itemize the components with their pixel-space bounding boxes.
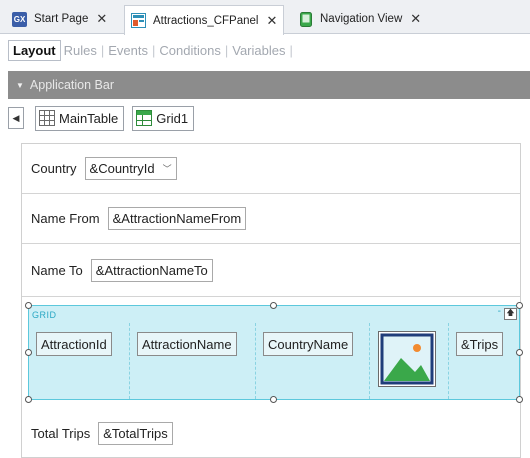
- tab-rules[interactable]: Rules: [61, 41, 100, 60]
- name-to-label: Name To: [31, 262, 83, 278]
- grid-cell-countryname[interactable]: CountryName: [263, 332, 354, 356]
- breadcrumb-label: MainTable: [59, 110, 119, 126]
- tab-conditions[interactable]: Conditions: [156, 41, 223, 60]
- grid-cell-trips[interactable]: &Trips: [456, 332, 504, 356]
- collapse-minus-icon[interactable]: -: [498, 306, 501, 317]
- tab-variables[interactable]: Variables: [229, 41, 288, 60]
- tab-events[interactable]: Events: [105, 41, 151, 60]
- image-placeholder-icon[interactable]: [378, 331, 436, 387]
- grid1[interactable]: GRID - 🡅 AttractionId AttractionName Cou…: [25, 302, 523, 403]
- chevron-down-icon[interactable]: ﹀: [163, 162, 172, 175]
- document-tab-strip: GX Start Page ✕ Attractions_CFPanel ✕ Na…: [0, 0, 530, 35]
- phone-icon: [298, 11, 313, 27]
- tab-label: Attractions_CFPanel: [153, 14, 259, 27]
- country-row: Country &CountryId ﹀: [22, 144, 520, 194]
- country-label: Country: [31, 161, 77, 176]
- close-icon[interactable]: ✕: [266, 13, 277, 29]
- resize-handle[interactable]: [25, 396, 32, 403]
- name-to-value: &AttractionNameTo: [95, 262, 208, 278]
- name-to-row: Name To &AttractionNameTo: [22, 244, 520, 297]
- resize-handle[interactable]: [25, 349, 32, 356]
- tab-attractions-cfpanel[interactable]: Attractions_CFPanel ✕: [124, 5, 285, 35]
- tab-navigation-view[interactable]: Navigation View ✕: [292, 6, 427, 32]
- divider: |: [100, 42, 105, 58]
- application-bar[interactable]: ▼ Application Bar: [8, 71, 530, 99]
- tab-label: Navigation View: [320, 13, 403, 25]
- total-trips-value: &TotalTrips: [103, 425, 168, 441]
- name-from-value: &AttractionNameFrom: [112, 211, 242, 226]
- resize-handle[interactable]: [270, 396, 277, 403]
- breadcrumb-label: Grid1: [156, 110, 189, 126]
- application-bar-label: Application Bar: [29, 78, 114, 92]
- main-table: Country &CountryId ﹀ Name From &Attracti…: [21, 143, 521, 458]
- arrow-up-icon[interactable]: 🡅: [504, 308, 517, 320]
- breadcrumb-item-maintable[interactable]: MainTable: [35, 105, 125, 131]
- divider: |: [224, 42, 229, 58]
- total-trips-row: Total Trips &TotalTrips: [22, 409, 520, 457]
- resize-handle[interactable]: [516, 349, 523, 356]
- panel-icon: [131, 13, 146, 28]
- resize-handle[interactable]: [270, 302, 277, 309]
- resize-handle[interactable]: [516, 302, 523, 309]
- close-icon[interactable]: ✕: [96, 11, 107, 27]
- breadcrumb: ◀ MainTable Grid1: [8, 105, 202, 131]
- name-from-field[interactable]: &AttractionNameFrom: [107, 207, 247, 230]
- resize-handle[interactable]: [25, 302, 32, 309]
- divider: |: [289, 42, 293, 58]
- resize-handle[interactable]: [516, 396, 523, 403]
- name-from-label: Name From: [31, 211, 100, 226]
- grid-cell-attractionid[interactable]: AttractionId: [36, 332, 112, 356]
- grid-title: GRID: [32, 310, 57, 320]
- tab-layout[interactable]: Layout: [8, 39, 61, 61]
- editor-subtabs: Layout Rules | Events | Conditions | Var…: [8, 38, 294, 62]
- grid-icon: [136, 110, 153, 126]
- divider: |: [152, 42, 156, 58]
- breadcrumb-item-grid1[interactable]: Grid1: [132, 105, 195, 131]
- country-value: &CountryId: [89, 161, 155, 176]
- gx-icon: GX: [12, 11, 27, 27]
- tab-label: Start Page: [34, 13, 89, 25]
- collapse-triangle-icon[interactable]: ▼: [16, 81, 24, 90]
- name-to-field[interactable]: &AttractionNameTo: [90, 258, 213, 282]
- total-trips-label: Total Trips: [31, 425, 91, 441]
- name-from-row: Name From &AttractionNameFrom: [22, 194, 520, 244]
- grid-cell-attractionname[interactable]: AttractionName: [137, 332, 237, 356]
- country-combo[interactable]: &CountryId ﹀: [84, 157, 177, 180]
- close-icon[interactable]: ✕: [410, 11, 421, 27]
- total-trips-field[interactable]: &TotalTrips: [98, 421, 173, 445]
- tab-start-page[interactable]: GX Start Page ✕: [6, 6, 113, 32]
- table-icon: [39, 110, 55, 126]
- back-arrow-icon[interactable]: ◀: [8, 107, 24, 129]
